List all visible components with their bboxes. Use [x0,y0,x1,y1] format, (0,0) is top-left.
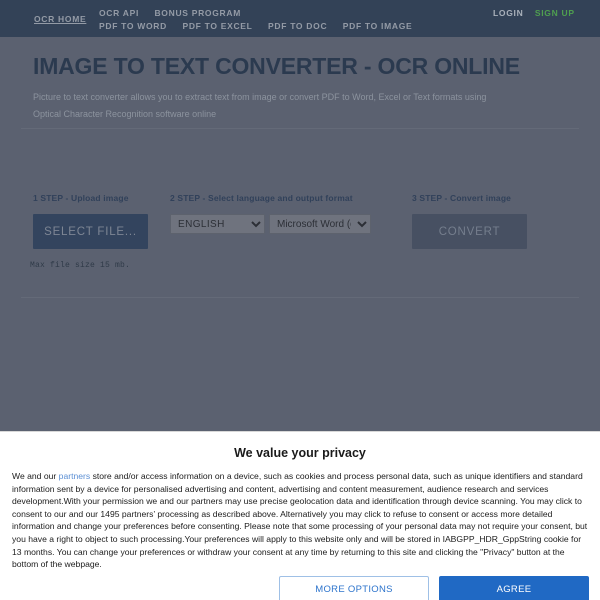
nav-link-pdf-to-image[interactable]: PDF TO IMAGE [343,20,413,33]
nav-link-pdf-to-excel[interactable]: PDF TO EXCEL [182,20,252,33]
partners-link[interactable]: partners [59,471,91,481]
page-content: OCR HOME OCR API BONUS PROGRAM PDF TO WO… [0,0,600,430]
select-file-button[interactable]: SELECT FILE... [33,214,148,249]
signup-link[interactable]: SIGN UP [535,8,575,18]
hero-section: IMAGE TO TEXT CONVERTER - OCR ONLINE Pic… [0,37,600,123]
step-1-label: 1 STEP - Upload image [33,193,129,203]
consent-body-text: We and our partners store and/or access … [10,470,590,571]
top-navigation-bar: OCR HOME OCR API BONUS PROGRAM PDF TO WO… [0,0,600,37]
step-1-upload: 1 STEP - Upload image SELECT FILE... [33,193,148,249]
nav-link-pdf-to-doc[interactable]: PDF TO DOC [268,20,327,33]
nav-row-primary: OCR API BONUS PROGRAM [99,5,479,18]
consent-text-rest: store and/or access information on a dev… [12,471,588,570]
step-3-convert: 3 STEP - Convert image CONVERT [412,193,527,249]
language-select[interactable]: ENGLISH [170,214,265,234]
page-subtitle: Picture to text converter allows you to … [33,92,487,119]
step-2-label: 2 STEP - Select language and output form… [170,193,353,203]
output-format-select[interactable]: Microsoft Word (doc) [269,214,371,234]
page-title: IMAGE TO TEXT CONVERTER - OCR ONLINE [33,53,520,79]
auth-row: LOGIN SIGN UP [493,5,589,18]
privacy-consent-dialog: We value your privacy We and our partner… [0,431,600,600]
nav-link-ocr-home[interactable]: OCR HOME [34,14,86,24]
consent-text-lead: We and our [12,471,59,481]
agree-button[interactable]: AGREE [439,576,589,600]
auth-links-group: LOGIN SIGN UP [493,5,589,18]
step-2-options: 2 STEP - Select language and output form… [170,193,371,234]
nav-row-secondary: PDF TO WORD PDF TO EXCEL PDF TO DOC PDF … [99,18,479,31]
step-3-label: 3 STEP - Convert image [412,193,512,203]
steps-section: 1 STEP - Upload image SELECT FILE... 2 S… [0,193,600,293]
nav-link-pdf-to-word[interactable]: PDF TO WORD [99,20,167,33]
convert-button[interactable]: CONVERT [412,214,527,249]
more-options-button[interactable]: MORE OPTIONS [279,576,429,600]
divider-bottom [21,297,579,298]
consent-actions: MORE OPTIONS AGREE [279,576,589,600]
login-link[interactable]: LOGIN [493,8,523,18]
consent-title: We value your privacy [234,446,366,460]
max-file-size-note: Max file size 15 mb. [30,261,131,270]
nav-links-group: OCR API BONUS PROGRAM PDF TO WORD PDF TO… [99,5,479,31]
divider-top [21,128,579,129]
select-controls-group: ENGLISH Microsoft Word (doc) [170,214,371,234]
